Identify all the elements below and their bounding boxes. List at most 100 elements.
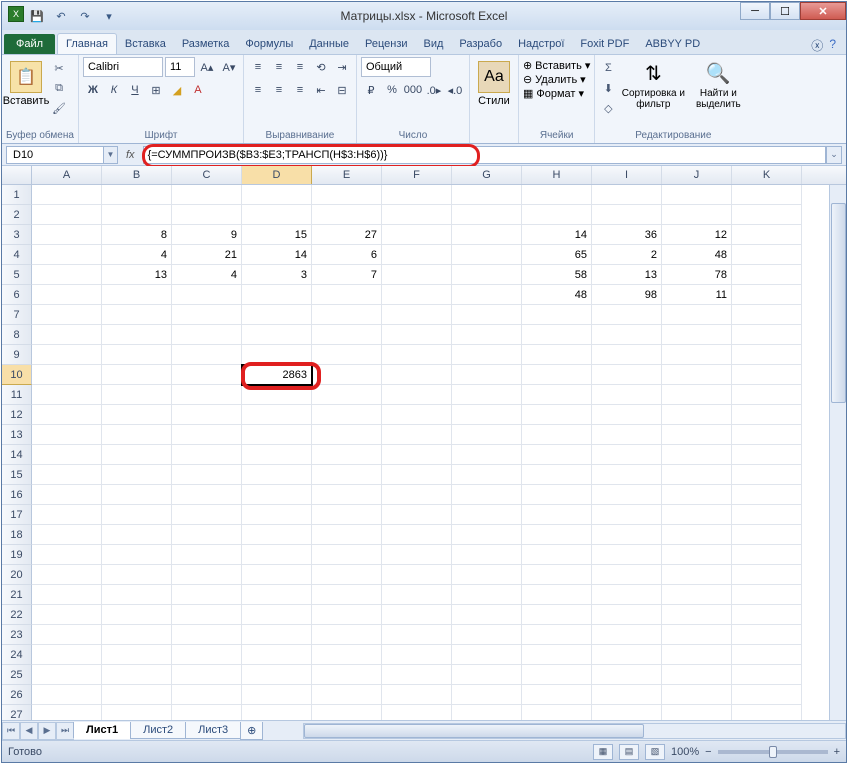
cell-D17[interactable] bbox=[242, 505, 312, 525]
cell-H3[interactable]: 14 bbox=[522, 225, 592, 245]
qat-redo[interactable]: ↷ bbox=[74, 6, 96, 26]
row-header-12[interactable]: 12 bbox=[2, 405, 32, 425]
cell-C2[interactable] bbox=[172, 205, 242, 225]
row-header-24[interactable]: 24 bbox=[2, 645, 32, 665]
cell-B24[interactable] bbox=[102, 645, 172, 665]
cell-J16[interactable] bbox=[662, 485, 732, 505]
cell-J1[interactable] bbox=[662, 185, 732, 205]
cell-H25[interactable] bbox=[522, 665, 592, 685]
cell-G13[interactable] bbox=[452, 425, 522, 445]
cell-J8[interactable] bbox=[662, 325, 732, 345]
cell-H19[interactable] bbox=[522, 545, 592, 565]
tab-foxit[interactable]: Foxit PDF bbox=[572, 34, 637, 54]
qat-undo[interactable]: ↶ bbox=[50, 6, 72, 26]
cell-K22[interactable] bbox=[732, 605, 802, 625]
cell-K9[interactable] bbox=[732, 345, 802, 365]
cell-F26[interactable] bbox=[382, 685, 452, 705]
cell-B11[interactable] bbox=[102, 385, 172, 405]
cell-F27[interactable] bbox=[382, 705, 452, 720]
cell-K18[interactable] bbox=[732, 525, 802, 545]
cell-A23[interactable] bbox=[32, 625, 102, 645]
cell-B5[interactable]: 13 bbox=[102, 265, 172, 285]
cell-B7[interactable] bbox=[102, 305, 172, 325]
cell-A20[interactable] bbox=[32, 565, 102, 585]
col-F[interactable]: F bbox=[382, 166, 452, 184]
cell-E22[interactable] bbox=[312, 605, 382, 625]
cell-D9[interactable] bbox=[242, 345, 312, 365]
cell-B13[interactable] bbox=[102, 425, 172, 445]
cell-C9[interactable] bbox=[172, 345, 242, 365]
view-layout-button[interactable]: ▤ bbox=[619, 744, 639, 760]
tab-formulas[interactable]: Формулы bbox=[237, 34, 301, 54]
cell-H12[interactable] bbox=[522, 405, 592, 425]
cell-F3[interactable] bbox=[382, 225, 452, 245]
cell-D2[interactable] bbox=[242, 205, 312, 225]
cell-G20[interactable] bbox=[452, 565, 522, 585]
row-header-5[interactable]: 5 bbox=[2, 265, 32, 285]
cell-D5[interactable]: 3 bbox=[242, 265, 312, 285]
cell-H16[interactable] bbox=[522, 485, 592, 505]
cell-H4[interactable]: 65 bbox=[522, 245, 592, 265]
cell-D1[interactable] bbox=[242, 185, 312, 205]
cell-A15[interactable] bbox=[32, 465, 102, 485]
row-header-18[interactable]: 18 bbox=[2, 525, 32, 545]
cell-G5[interactable] bbox=[452, 265, 522, 285]
cell-H22[interactable] bbox=[522, 605, 592, 625]
cell-J7[interactable] bbox=[662, 305, 732, 325]
view-pagebreak-button[interactable]: ▧ bbox=[645, 744, 665, 760]
cell-K4[interactable] bbox=[732, 245, 802, 265]
cell-E21[interactable] bbox=[312, 585, 382, 605]
cell-C7[interactable] bbox=[172, 305, 242, 325]
cell-K16[interactable] bbox=[732, 485, 802, 505]
cell-J13[interactable] bbox=[662, 425, 732, 445]
cell-H21[interactable] bbox=[522, 585, 592, 605]
sheet-nav-next[interactable]: ▶ bbox=[38, 722, 56, 740]
cell-B4[interactable]: 4 bbox=[102, 245, 172, 265]
row-header-23[interactable]: 23 bbox=[2, 625, 32, 645]
cell-H14[interactable] bbox=[522, 445, 592, 465]
cell-C8[interactable] bbox=[172, 325, 242, 345]
tab-layout[interactable]: Разметка bbox=[174, 34, 238, 54]
cell-I24[interactable] bbox=[592, 645, 662, 665]
wrap-text-button[interactable]: ⇥ bbox=[332, 57, 352, 77]
cell-A17[interactable] bbox=[32, 505, 102, 525]
close-button[interactable]: ✕ bbox=[800, 2, 846, 20]
cell-E10[interactable] bbox=[312, 365, 382, 385]
cell-A21[interactable] bbox=[32, 585, 102, 605]
cell-C3[interactable]: 9 bbox=[172, 225, 242, 245]
cell-E17[interactable] bbox=[312, 505, 382, 525]
cell-E5[interactable]: 7 bbox=[312, 265, 382, 285]
cell-A12[interactable] bbox=[32, 405, 102, 425]
cell-J14[interactable] bbox=[662, 445, 732, 465]
row-header-6[interactable]: 6 bbox=[2, 285, 32, 305]
cell-H18[interactable] bbox=[522, 525, 592, 545]
cell-F2[interactable] bbox=[382, 205, 452, 225]
align-right-button[interactable]: ≡ bbox=[290, 80, 310, 100]
cell-J9[interactable] bbox=[662, 345, 732, 365]
cell-K14[interactable] bbox=[732, 445, 802, 465]
cell-D22[interactable] bbox=[242, 605, 312, 625]
cell-C12[interactable] bbox=[172, 405, 242, 425]
cell-G22[interactable] bbox=[452, 605, 522, 625]
cell-B9[interactable] bbox=[102, 345, 172, 365]
merge-button[interactable]: ⊟ bbox=[332, 80, 352, 100]
cell-G16[interactable] bbox=[452, 485, 522, 505]
number-format-select[interactable]: Общий bbox=[361, 57, 431, 77]
tab-insert[interactable]: Вставка bbox=[117, 34, 174, 54]
border-button[interactable]: ⊞ bbox=[146, 80, 166, 100]
col-C[interactable]: C bbox=[172, 166, 242, 184]
cell-K25[interactable] bbox=[732, 665, 802, 685]
cell-C24[interactable] bbox=[172, 645, 242, 665]
cell-A18[interactable] bbox=[32, 525, 102, 545]
cell-B22[interactable] bbox=[102, 605, 172, 625]
cell-F22[interactable] bbox=[382, 605, 452, 625]
cell-K8[interactable] bbox=[732, 325, 802, 345]
cell-F21[interactable] bbox=[382, 585, 452, 605]
cell-I7[interactable] bbox=[592, 305, 662, 325]
cell-F12[interactable] bbox=[382, 405, 452, 425]
cell-K15[interactable] bbox=[732, 465, 802, 485]
cell-D27[interactable] bbox=[242, 705, 312, 720]
cell-F15[interactable] bbox=[382, 465, 452, 485]
cell-G15[interactable] bbox=[452, 465, 522, 485]
row-header-19[interactable]: 19 bbox=[2, 545, 32, 565]
